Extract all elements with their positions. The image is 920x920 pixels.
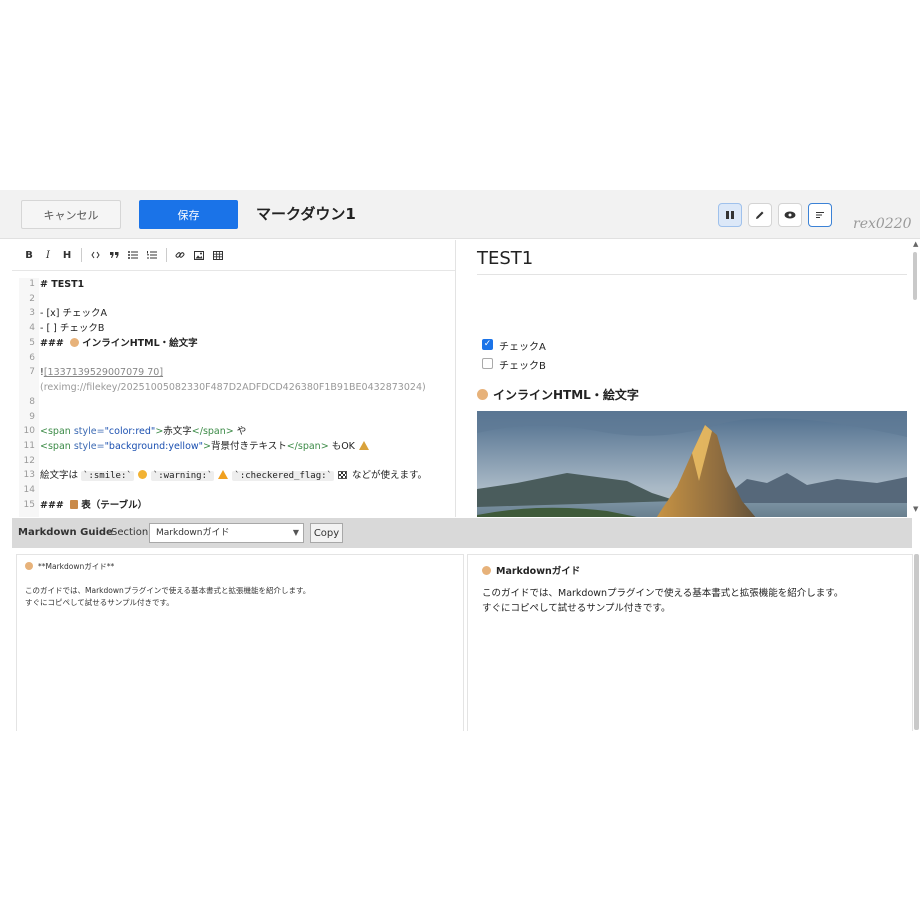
image-path: (reximg://filekey/20251005082330F487D2AD…	[40, 382, 426, 393]
checkbox-checked[interactable]: ✓	[482, 339, 493, 350]
toolbar-divider	[81, 248, 82, 262]
document-title: マークダウン1	[256, 205, 356, 223]
guide-source-text: すぐにコピペして試せるサンプル付きです。	[25, 598, 174, 607]
eye-icon	[784, 211, 796, 219]
guide-source-pane[interactable]: **Markdownガイド** このガイドでは、Markdownプラグインで使え…	[16, 554, 464, 731]
bullet-list-icon	[128, 251, 138, 259]
smile-icon	[137, 470, 147, 479]
checkered-flag-icon	[337, 471, 347, 479]
italic-button[interactable]: I	[39, 246, 57, 264]
image-link[interactable]: [1337139529007079 70]	[44, 367, 163, 378]
markdown-editor-app: キャンセル 保存 マークダウン1 rex0220 B I H 1 # TEST1…	[0, 190, 920, 731]
party-icon	[358, 441, 369, 450]
table-icon	[213, 250, 223, 260]
cancel-button[interactable]: キャンセル	[21, 200, 121, 229]
watermark: rex0220	[853, 216, 912, 232]
guide-scrollbar[interactable]	[914, 554, 919, 730]
section-label: Section	[111, 527, 149, 538]
bullet-list-button[interactable]	[124, 246, 142, 264]
checkbox-label: チェックB	[499, 361, 546, 372]
guide-preview-heading: Markdownガイド	[496, 566, 581, 577]
table-button[interactable]	[209, 246, 227, 264]
copy-button[interactable]: Copy	[310, 523, 343, 543]
palette-icon	[477, 389, 488, 400]
bold-button[interactable]: B	[20, 246, 38, 264]
preview-scrollbar[interactable]	[913, 252, 917, 300]
guide-preview-pane: Markdownガイド このガイドでは、Markdownプラグインで使える基本書…	[467, 554, 913, 731]
preview-heading-1: TEST1	[477, 248, 534, 269]
palette-icon	[70, 338, 80, 347]
mountain-landscape-image	[477, 411, 907, 517]
markdown-guide-bar: Markdown Guide Section Markdownガイド ▼ Cop…	[12, 518, 912, 548]
guide-source-text: このガイドでは、Markdownプラグインで使える基本書式と拡張機能を紹介します…	[25, 586, 311, 595]
link-button[interactable]	[171, 246, 189, 264]
preview-heading-3: インラインHTML・絵文字	[477, 386, 639, 403]
guide-preview-text: このガイドでは、Markdownプラグインで使える基本書式と拡張機能を紹介します…	[482, 588, 844, 599]
image-icon	[194, 250, 204, 260]
outline-button[interactable]	[808, 203, 832, 227]
guide-source-heading: **Markdownガイド**	[38, 562, 115, 571]
save-button[interactable]: 保存	[139, 200, 238, 229]
quote-icon	[109, 252, 118, 258]
header-bar: キャンセル 保存 マークダウン1 rex0220	[0, 190, 920, 239]
align-left-icon	[816, 212, 824, 218]
toolbar-divider	[166, 248, 167, 262]
warning-icon	[218, 470, 229, 479]
pencil-icon	[756, 211, 764, 219]
preview-mode-button[interactable]	[778, 203, 802, 227]
palette-icon	[482, 566, 491, 575]
code-icon	[90, 251, 100, 259]
image-button[interactable]	[190, 246, 208, 264]
guide-title: Markdown Guide	[18, 527, 113, 538]
split-view-button[interactable]	[718, 203, 742, 227]
heading-rule	[477, 274, 907, 275]
section-select[interactable]: Markdownガイド ▼	[149, 523, 304, 543]
checkbox-unchecked[interactable]	[482, 358, 493, 369]
code-button[interactable]	[86, 246, 104, 264]
edit-mode-button[interactable]	[748, 203, 772, 227]
clipboard-icon	[70, 500, 79, 509]
quote-button[interactable]	[105, 246, 123, 264]
markdown-preview: TEST1 ✓ チェックA チェックB インラインHTML・絵文字	[470, 240, 910, 517]
numbered-list-icon	[147, 250, 157, 258]
link-icon	[175, 252, 185, 258]
split-view-icon	[726, 211, 734, 219]
numbered-list-button[interactable]	[143, 246, 161, 264]
chevron-down-icon: ▼	[292, 528, 299, 537]
checkbox-label: チェックA	[499, 342, 546, 353]
mountain-photo	[477, 411, 907, 517]
guide-preview-text: すぐにコピペして試せるサンプル付きです。	[482, 603, 671, 614]
markdown-toolbar: B I H	[12, 240, 455, 271]
palette-icon	[25, 562, 33, 570]
markdown-editor[interactable]: B I H 1 # TEST1 2 3 - [x] チェックA 4 - [] …	[12, 240, 456, 517]
heading-button[interactable]: H	[58, 246, 76, 264]
scroll-up-arrow[interactable]: ▲	[913, 240, 918, 248]
scroll-down-arrow[interactable]: ▼	[913, 505, 918, 513]
